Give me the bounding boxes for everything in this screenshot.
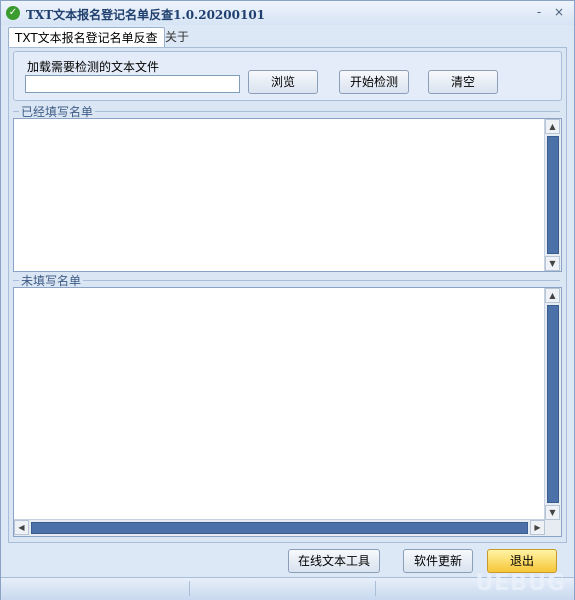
minimize-button[interactable]: - bbox=[531, 5, 547, 19]
load-file-label: 加载需要检测的文本文件 bbox=[27, 60, 160, 74]
browse-button[interactable]: 浏览 bbox=[248, 70, 318, 94]
tab-about[interactable]: 关于 bbox=[159, 27, 195, 47]
filled-list-scroll-thumb[interactable] bbox=[547, 136, 559, 254]
title-bar: ✓ TXT文本报名登记名单反查1.0.20200101 - × bbox=[1, 1, 574, 25]
unfilled-list-box[interactable]: ▲ ▼ ◀ ▶ bbox=[13, 287, 562, 537]
load-file-group: 加载需要检测的文本文件 浏览 开始检测 清空 bbox=[13, 51, 562, 101]
tab-panel: 加载需要检测的文本文件 浏览 开始检测 清空 已经填写名单 ▲ ▼ 未填写名单 … bbox=[8, 47, 567, 543]
unfilled-list-divider bbox=[13, 280, 560, 281]
clear-button[interactable]: 清空 bbox=[428, 70, 498, 94]
filled-list-divider bbox=[13, 111, 560, 112]
scroll-up-arrow-icon[interactable]: ▲ bbox=[545, 288, 560, 303]
start-check-button[interactable]: 开始检测 bbox=[339, 70, 409, 94]
software-update-button[interactable]: 软件更新 bbox=[403, 549, 473, 573]
unfilled-list-vscrollbar[interactable]: ▲ ▼ bbox=[544, 288, 561, 520]
window-title: TXT文本报名登记名单反查1.0.20200101 bbox=[26, 8, 266, 22]
tab-strip: TXT文本报名登记名单反查 关于 bbox=[5, 25, 570, 48]
file-path-input[interactable] bbox=[25, 75, 240, 93]
filled-list-box[interactable]: ▲ ▼ bbox=[13, 118, 562, 272]
scroll-right-arrow-icon[interactable]: ▶ bbox=[530, 520, 545, 535]
watermark-logo: UEBUG bbox=[475, 571, 566, 596]
status-segment-2 bbox=[191, 581, 376, 596]
unfilled-list-scroll-thumb[interactable] bbox=[547, 305, 559, 503]
exit-button[interactable]: 退出 bbox=[487, 549, 557, 573]
scroll-up-arrow-icon[interactable]: ▲ bbox=[545, 119, 560, 134]
scroll-down-arrow-icon[interactable]: ▼ bbox=[545, 505, 560, 520]
unfilled-list-hscrollbar[interactable]: ◀ ▶ bbox=[14, 519, 545, 536]
check-circle-icon: ✓ bbox=[6, 6, 20, 20]
status-segment-1 bbox=[1, 581, 190, 596]
unfilled-list-hscroll-thumb[interactable] bbox=[31, 522, 528, 534]
close-button[interactable]: × bbox=[551, 5, 567, 19]
scroll-corner bbox=[545, 520, 561, 536]
scroll-down-arrow-icon[interactable]: ▼ bbox=[545, 256, 560, 271]
scroll-left-arrow-icon[interactable]: ◀ bbox=[14, 520, 29, 535]
tab-main[interactable]: TXT文本报名登记名单反查 bbox=[8, 27, 165, 48]
filled-list-vscrollbar[interactable]: ▲ ▼ bbox=[544, 119, 561, 271]
online-text-tools-button[interactable]: 在线文本工具 bbox=[288, 549, 380, 573]
main-window: ✓ TXT文本报名登记名单反查1.0.20200101 - × TXT文本报名登… bbox=[0, 0, 575, 600]
